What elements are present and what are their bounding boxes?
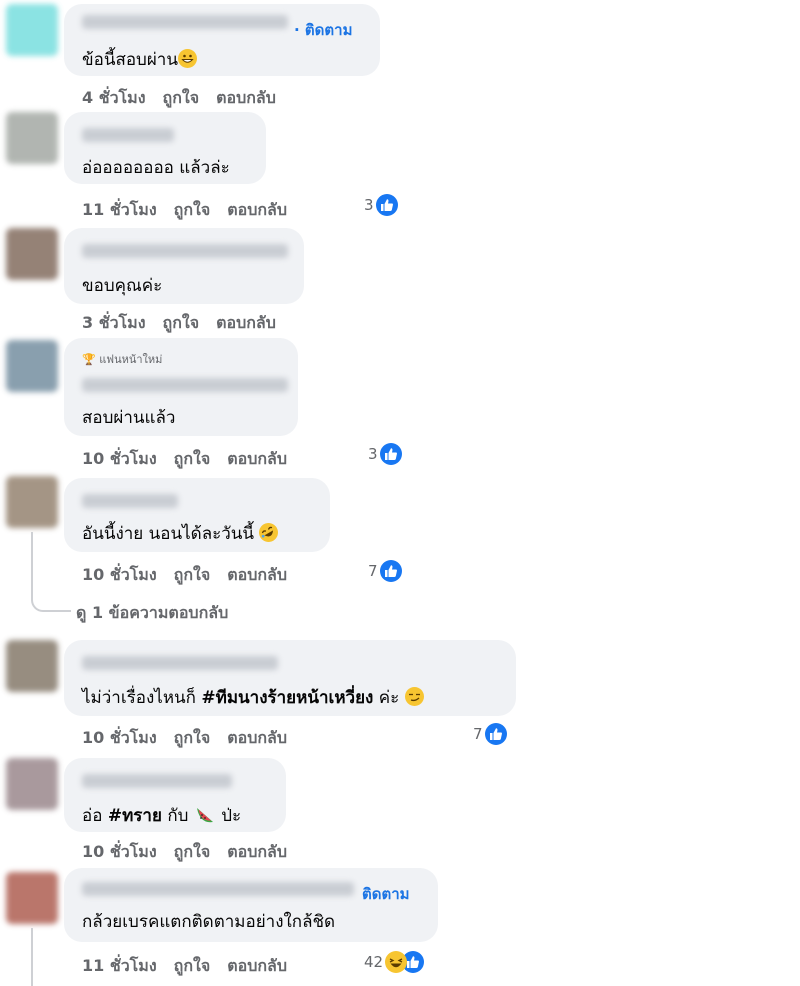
like-button[interactable]: ถูกใจ — [163, 313, 200, 332]
haha-reaction-icon — [385, 951, 408, 973]
thread-line — [31, 928, 33, 986]
reply-button[interactable]: ตอบกลับ — [227, 565, 287, 584]
comment-time[interactable]: 10 ชั่วโมง — [82, 449, 157, 468]
view-replies-link[interactable]: ดู 1 ข้อความตอบกลับ — [76, 601, 228, 626]
hashtag-link[interactable]: #ทีมนางร้ายหน้าเหวี่ยง — [201, 688, 373, 708]
like-button[interactable]: ถูกใจ — [174, 449, 211, 468]
avatar[interactable] — [6, 340, 58, 392]
reply-button[interactable]: ตอบกลับ — [227, 449, 287, 468]
comment-actions: 11 ชั่วโมง ถูกใจ ตอบกลับ — [82, 954, 304, 979]
comment-text: อันนี้ง่าย นอนได้ละวันนี้ — [82, 519, 282, 547]
like-button[interactable]: ถูกใจ — [174, 956, 211, 975]
like-button[interactable]: ถูกใจ — [174, 200, 211, 219]
author-name[interactable] — [82, 244, 288, 258]
author-name[interactable] — [82, 656, 278, 670]
smirking-face-icon — [404, 687, 424, 706]
like-button[interactable]: ถูกใจ — [163, 88, 200, 107]
avatar[interactable] — [6, 4, 58, 56]
comment-bubble: · ติดตาม ข้อนี้สอบผ่าน — [64, 4, 380, 76]
like-reaction-icon — [484, 723, 507, 745]
comment-actions: 10 ชั่วโมง ถูกใจ ตอบกลับ — [82, 563, 304, 588]
comment-time[interactable]: 4 ชั่วโมง — [82, 88, 146, 107]
comment-text: กล้วยเบรคแตกติดตามอย่างใกล้ชิด — [82, 912, 336, 932]
comment-bubble: 🏆 แฟนหน้าใหม่ สอบผ่านแล้ว — [64, 338, 298, 436]
comment-actions: 3 ชั่วโมง ถูกใจ ตอบกลับ — [82, 311, 293, 336]
thread-line — [31, 532, 33, 598]
comment-actions: 10 ชั่วโมง ถูกใจ ตอบกลับ — [82, 447, 304, 472]
reply-button[interactable]: ตอบกลับ — [227, 956, 287, 975]
reaction-count[interactable]: 42 — [364, 951, 425, 973]
comment-actions: 4 ชั่วโมง ถูกใจ ตอบกลับ — [82, 86, 293, 111]
new-fan-badge: 🏆 แฟนหน้าใหม่ — [82, 353, 163, 366]
comment-text: อ่ออออออออ แล้วล่ะ — [82, 158, 230, 178]
author-name[interactable] — [82, 378, 288, 392]
avatar[interactable] — [6, 112, 58, 164]
author-name[interactable] — [82, 15, 288, 29]
reaction-count[interactable]: 7 — [368, 560, 402, 582]
comment-time[interactable]: 3 ชั่วโมง — [82, 313, 146, 332]
comment-time[interactable]: 10 ชั่วโมง — [82, 728, 157, 747]
comment-time[interactable]: 11 ชั่วโมง — [82, 956, 157, 975]
reply-button[interactable]: ตอบกลับ — [227, 728, 287, 747]
like-button[interactable]: ถูกใจ — [174, 565, 211, 584]
like-reaction-icon — [375, 194, 398, 216]
comment-text: ข้อนี้สอบผ่าน — [82, 46, 197, 73]
author-name[interactable] — [82, 494, 178, 508]
comment-text: ขอบคุณค่ะ — [82, 276, 163, 296]
avatar[interactable] — [6, 476, 58, 528]
avatar[interactable] — [6, 758, 58, 810]
reaction-count[interactable]: 3 — [364, 194, 398, 216]
author-name[interactable] — [82, 128, 174, 142]
comment-time[interactable]: 10 ชั่วโมง — [82, 842, 157, 861]
comment-text: อ่อ #ทราย กับ ป่ะ — [82, 802, 241, 829]
comment-text: ไม่ว่าเรื่องไหนก็ #ทีมนางร้ายหน้าเหวี่ยง… — [82, 684, 424, 711]
grinning-face-icon — [177, 49, 197, 68]
reply-button[interactable]: ตอบกลับ — [216, 313, 276, 332]
comment-bubble: อ่ออออออออ แล้วล่ะ — [64, 112, 266, 184]
comment-text: สอบผ่านแล้ว — [82, 408, 176, 428]
comment-time[interactable]: 11 ชั่วโมง — [82, 200, 157, 219]
avatar[interactable] — [6, 640, 58, 692]
comment-bubble: ติดตาม กล้วยเบรคแตกติดตามอย่างใกล้ชิด — [64, 868, 438, 942]
trophy-icon: 🏆 — [82, 353, 96, 366]
reaction-count[interactable]: 3 — [368, 443, 402, 465]
reply-button[interactable]: ตอบกลับ — [216, 88, 276, 107]
comment-actions: 10 ชั่วโมง ถูกใจ ตอบกลับ — [82, 840, 304, 865]
comment-bubble: ขอบคุณค่ะ — [64, 228, 304, 304]
follow-link[interactable]: ติดตาม — [362, 882, 410, 906]
like-reaction-icon — [379, 443, 402, 465]
comment-time[interactable]: 10 ชั่วโมง — [82, 565, 157, 584]
reply-button[interactable]: ตอบกลับ — [227, 842, 287, 861]
watermelon-icon — [194, 804, 216, 829]
rolling-on-floor-laughing-icon — [255, 519, 282, 546]
follow-link[interactable]: · ติดตาม — [294, 18, 352, 42]
author-name[interactable] — [82, 882, 354, 896]
reaction-count[interactable]: 7 — [473, 723, 507, 745]
like-button[interactable]: ถูกใจ — [174, 842, 211, 861]
reply-button[interactable]: ตอบกลับ — [227, 200, 287, 219]
like-reaction-icon — [379, 560, 402, 582]
author-name[interactable] — [82, 774, 232, 788]
comment-bubble: ไม่ว่าเรื่องไหนก็ #ทีมนางร้ายหน้าเหวี่ยง… — [64, 640, 516, 716]
comment-bubble: อ่อ #ทราย กับ ป่ะ — [64, 758, 286, 832]
comment-bubble: อันนี้ง่าย นอนได้ละวันนี้ — [64, 478, 330, 552]
like-button[interactable]: ถูกใจ — [174, 728, 211, 747]
hashtag-link[interactable]: #ทราย — [108, 806, 162, 826]
reply-thread-connector — [31, 596, 71, 612]
avatar[interactable] — [6, 872, 58, 924]
comment-actions: 11 ชั่วโมง ถูกใจ ตอบกลับ — [82, 198, 304, 223]
avatar[interactable] — [6, 228, 58, 280]
comment-actions: 10 ชั่วโมง ถูกใจ ตอบกลับ — [82, 726, 304, 751]
